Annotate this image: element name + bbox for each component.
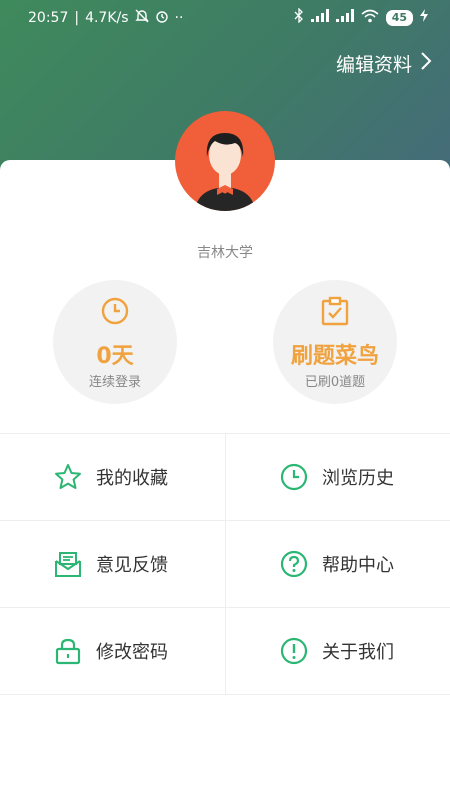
stat-login-streak[interactable]: 0天 连续登录 [53, 280, 177, 404]
level-label: 已刷0道题 [304, 375, 366, 390]
menu-about-label: 关于我们 [322, 642, 394, 663]
bluetooth-icon [294, 7, 304, 27]
signal-icon-2 [335, 9, 354, 26]
menu-row-3: 修改密码 关于我们 [0, 607, 450, 695]
star-icon [54, 463, 82, 491]
clock-icon [280, 463, 308, 491]
menu-history[interactable]: 浏览历史 [225, 434, 450, 520]
login-days-value: 0天 [96, 344, 134, 369]
status-left: 20:57 | 4.7K/s ·· [28, 9, 183, 27]
menu-change-password[interactable]: 修改密码 [0, 608, 225, 694]
clipboard-check-icon [320, 296, 350, 330]
menu-feedback-label: 意见反馈 [96, 555, 168, 576]
menu-help-label: 帮助中心 [322, 555, 394, 576]
lock-icon [54, 637, 82, 665]
status-divider: | [74, 10, 80, 26]
mute-icon [134, 9, 149, 27]
menu-grid: 我的收藏 浏览历史 意见反馈 帮助中心 修改密码 关于我们 [0, 433, 450, 695]
level-value: 刷题菜鸟 [290, 344, 379, 369]
menu-change-password-label: 修改密码 [96, 642, 168, 663]
menu-history-label: 浏览历史 [322, 468, 394, 489]
mail-icon [54, 550, 82, 578]
menu-row-1: 我的收藏 浏览历史 [0, 433, 450, 520]
charging-icon [420, 9, 428, 26]
menu-row-2: 意见反馈 帮助中心 [0, 520, 450, 607]
avatar-illustration [195, 133, 255, 211]
avatar[interactable] [175, 111, 275, 211]
status-bar: 20:57 | 4.7K/s ·· 45 [0, 0, 450, 36]
alarm-icon [155, 9, 169, 27]
wifi-icon [361, 9, 379, 27]
status-speed: 4.7K/s [85, 10, 129, 26]
stat-level[interactable]: 刷题菜鸟 已刷0道题 [273, 280, 397, 404]
menu-about[interactable]: 关于我们 [225, 608, 450, 694]
question-circle-icon [280, 550, 308, 578]
battery-indicator: 45 [385, 9, 413, 26]
menu-help[interactable]: 帮助中心 [225, 521, 450, 607]
chevron-right-icon [420, 51, 432, 76]
login-days-label: 连续登录 [88, 375, 141, 390]
more-dots-icon: ·· [174, 10, 184, 26]
school-name: 吉林大学 [197, 245, 253, 261]
edit-profile-label: 编辑资料 [335, 54, 412, 76]
menu-favorites[interactable]: 我的收藏 [0, 434, 225, 520]
exclamation-circle-icon [280, 637, 308, 665]
menu-feedback[interactable]: 意见反馈 [0, 521, 225, 607]
clock-icon [100, 296, 130, 330]
signal-icon-1 [310, 9, 329, 26]
menu-favorites-label: 我的收藏 [96, 468, 168, 489]
edit-profile-button[interactable]: 编辑资料 [336, 50, 432, 77]
status-time: 20:57 [28, 10, 69, 26]
status-right: 45 [294, 7, 428, 27]
